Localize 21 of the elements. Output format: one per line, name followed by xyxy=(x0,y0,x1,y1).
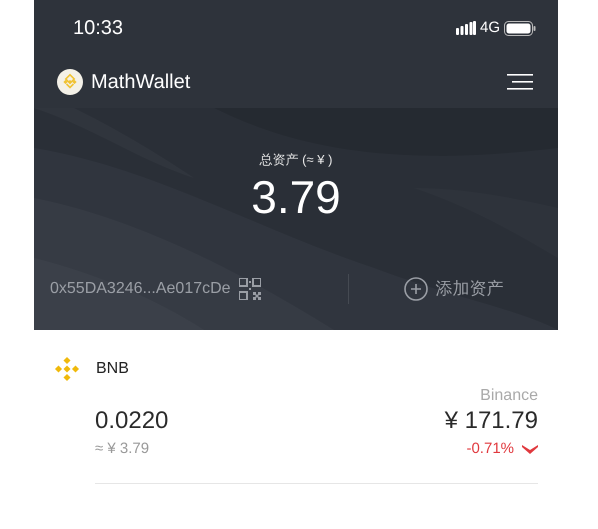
battery-icon xyxy=(504,20,536,36)
exchange-name: Binance xyxy=(480,386,538,406)
total-assets-value: 3.79 xyxy=(251,172,341,223)
add-asset-button[interactable]: 添加资产 xyxy=(404,276,504,302)
plus-circle-icon xyxy=(404,277,428,301)
down-caret-icon xyxy=(522,445,538,454)
logo-icon xyxy=(57,69,83,95)
price-change: -0.71% xyxy=(466,439,514,460)
total-assets-label: 总资产 (≈ ¥ ) xyxy=(260,151,332,169)
status-time: 10:33 xyxy=(73,16,124,41)
coin-icon xyxy=(54,356,80,382)
menu-icon[interactable] xyxy=(507,74,533,90)
asset-amount: 0.0220 xyxy=(95,408,168,434)
network-label: 4G xyxy=(480,18,500,38)
signal-icon xyxy=(456,21,476,35)
asset-symbol: BNB xyxy=(96,359,129,379)
qr-code-icon[interactable] xyxy=(238,278,261,300)
asset-price: ¥ 171.79 xyxy=(444,408,538,434)
app-title: MathWallet xyxy=(91,70,190,95)
asset-value: ≈ ¥ 3.79 xyxy=(95,439,150,460)
wallet-address[interactable]: 0x55DA3246...Ae017cDe xyxy=(50,277,231,301)
